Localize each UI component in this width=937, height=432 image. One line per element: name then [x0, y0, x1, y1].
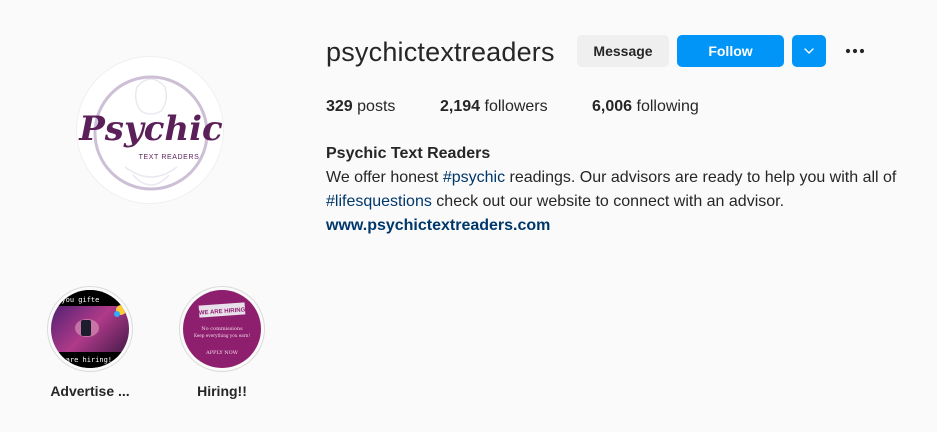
stat-posts: 329 posts	[326, 97, 395, 117]
followers-count: 2,194	[440, 98, 481, 115]
highlight-cover-image: WE ARE HIRING No commissions Keep everyt…	[183, 290, 261, 368]
follow-button[interactable]: Follow	[677, 35, 784, 67]
highlight-cover-top-text: e you gifte	[53, 296, 99, 304]
highlight-label: Hiring!!	[197, 383, 247, 399]
bio-text-part: We offer honest	[326, 169, 443, 186]
posts-label: posts	[357, 98, 396, 115]
highlight-label: Advertise ...	[50, 383, 130, 399]
profile-username: psychictextreaders	[326, 37, 555, 67]
followers-label: followers	[484, 98, 548, 115]
bio-full-name: Psychic Text Readers	[326, 145, 491, 162]
posts-count: 329	[326, 98, 353, 115]
highlight-cover-ring: WE ARE HIRING No commissions Keep everyt…	[179, 286, 265, 372]
following-label: following	[636, 98, 699, 115]
story-highlight-hiring[interactable]: WE ARE HIRING No commissions Keep everyt…	[147, 286, 297, 400]
hiring-line1-text: No commissions	[201, 326, 243, 332]
hashtag-psychic-link[interactable]: #psychic	[443, 169, 505, 186]
hiring-apply-text: APPLY NOW	[205, 350, 239, 356]
stat-following[interactable]: 6,006 following	[592, 97, 699, 117]
logo-subtext: TEXT READERS	[139, 154, 200, 161]
highlight-cover-bottom-text: we are hiring!	[53, 356, 112, 364]
bio-text: We offer honest #psychic readings. Our a…	[326, 166, 926, 214]
suggested-accounts-button[interactable]	[792, 35, 826, 67]
website-link[interactable]: www.psychictextreaders.com	[326, 214, 926, 238]
stat-followers[interactable]: 2,194 followers	[440, 97, 548, 117]
profile-bio: Psychic Text Readers We offer honest #ps…	[326, 142, 926, 238]
profile-avatar[interactable]: Psychic TEXT READERS	[76, 56, 224, 204]
bio-text-part: readings. Our advisors are ready to help…	[505, 169, 897, 186]
highlight-cover-image: e you gifte we are hiring!	[51, 290, 129, 368]
logo-text: Psychic	[78, 109, 223, 149]
more-options-icon	[845, 48, 865, 54]
hiring-line2-text: Keep everything you earn!	[194, 333, 251, 338]
more-options-button[interactable]	[843, 39, 867, 63]
chevron-down-icon	[804, 48, 814, 54]
message-button[interactable]: Message	[577, 35, 669, 67]
highlight-cover-ring: e you gifte we are hiring!	[47, 286, 133, 372]
following-count: 6,006	[592, 98, 633, 115]
bio-text-part: check out our website to connect with an…	[431, 193, 785, 210]
hashtag-lifesquestions-link[interactable]: #lifesquestions	[326, 193, 432, 210]
story-highlight-advertise[interactable]: e you gifte we are hiring! Advertise ...	[15, 286, 165, 400]
